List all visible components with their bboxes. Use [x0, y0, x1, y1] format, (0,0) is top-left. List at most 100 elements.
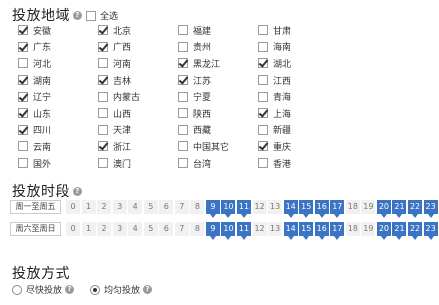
region-checkbox-item[interactable]: 新疆	[258, 122, 338, 139]
checkbox-icon[interactable]	[98, 124, 108, 135]
hour-cell[interactable]: 15	[299, 200, 314, 218]
help-icon[interactable]: ?	[73, 186, 82, 196]
hour-cell[interactable]: 13	[268, 200, 283, 214]
region-checkbox-item[interactable]: 浙江	[98, 138, 178, 155]
checkbox-icon[interactable]	[98, 75, 108, 86]
checkbox-icon[interactable]	[98, 108, 108, 119]
radio-icon[interactable]	[90, 284, 101, 295]
checkbox-icon[interactable]	[178, 108, 188, 119]
checkbox-icon[interactable]	[18, 75, 28, 86]
hour-cell[interactable]: 11	[237, 200, 252, 218]
region-checkbox-item[interactable]: 甘肃	[258, 22, 338, 39]
hour-cell[interactable]: 17	[330, 222, 345, 240]
hour-cell[interactable]: 6	[159, 200, 174, 214]
region-checkbox-item[interactable]: 澳门	[98, 155, 178, 172]
hour-cell[interactable]: 1	[81, 222, 96, 236]
region-checkbox-item[interactable]: 广东	[18, 39, 98, 56]
checkbox-icon[interactable]	[178, 141, 188, 152]
checkbox-icon[interactable]	[178, 58, 188, 69]
checkbox-icon[interactable]	[178, 124, 188, 135]
region-checkbox-item[interactable]: 辽宁	[18, 88, 98, 105]
region-checkbox-item[interactable]: 福建	[178, 22, 258, 39]
hour-cell[interactable]: 12	[252, 222, 267, 236]
hour-cell[interactable]: 14	[283, 222, 298, 240]
checkbox-icon[interactable]	[98, 58, 108, 69]
region-checkbox-item[interactable]: 四川	[18, 122, 98, 139]
region-checkbox-item[interactable]: 湖南	[18, 72, 98, 89]
checkbox-icon[interactable]	[258, 108, 268, 119]
hour-cell[interactable]: 5	[143, 222, 158, 236]
radio-icon[interactable]	[12, 284, 22, 295]
hour-cell[interactable]: 10	[221, 200, 236, 218]
region-checkbox-item[interactable]: 安徽	[18, 22, 98, 39]
hour-cell[interactable]: 16	[314, 200, 329, 218]
region-checkbox-item[interactable]: 西藏	[178, 122, 258, 139]
checkbox-icon[interactable]	[18, 108, 28, 119]
checkbox-icon[interactable]	[18, 91, 28, 102]
checkbox-icon[interactable]	[98, 91, 108, 102]
checkbox-icon[interactable]	[258, 75, 268, 86]
hour-cell[interactable]: 18	[345, 200, 360, 214]
region-checkbox-item[interactable]: 河北	[18, 55, 98, 72]
hour-cell[interactable]: 23	[423, 200, 438, 218]
checkbox-icon[interactable]	[18, 41, 28, 52]
checkbox-icon[interactable]	[18, 158, 28, 169]
checkbox-icon[interactable]	[98, 141, 108, 152]
hour-cell[interactable]: 3	[112, 222, 127, 236]
region-checkbox-item[interactable]: 广西	[98, 39, 178, 56]
hour-cell[interactable]: 0	[66, 200, 80, 214]
region-checkbox-item[interactable]: 河南	[98, 55, 178, 72]
hour-cell[interactable]: 9	[205, 200, 220, 218]
region-checkbox-item[interactable]: 重庆	[258, 138, 338, 155]
checkbox-icon[interactable]	[258, 25, 268, 36]
hour-cell[interactable]: 12	[252, 200, 267, 214]
hour-cell[interactable]: 4	[128, 200, 143, 214]
region-checkbox-item[interactable]: 台湾	[178, 155, 258, 172]
checkbox-icon[interactable]	[258, 141, 268, 152]
delivery-mode-option[interactable]: 均匀投放?	[90, 283, 153, 296]
hour-cell[interactable]: 16	[314, 222, 329, 240]
hour-cell[interactable]: 21	[392, 200, 407, 218]
region-checkbox-item[interactable]: 山东	[18, 105, 98, 122]
hour-cell[interactable]: 7	[174, 200, 189, 214]
checkbox-icon[interactable]	[18, 141, 28, 152]
region-checkbox-item[interactable]: 山西	[98, 105, 178, 122]
hour-cell[interactable]: 22	[408, 222, 423, 240]
region-checkbox-item[interactable]: 青海	[258, 88, 338, 105]
checkbox-icon[interactable]	[258, 41, 268, 52]
checkbox-icon[interactable]	[258, 124, 268, 135]
hour-cell[interactable]: 8	[190, 222, 205, 236]
hour-cell[interactable]: 19	[361, 222, 376, 236]
region-checkbox-item[interactable]: 天津	[98, 122, 178, 139]
region-checkbox-item[interactable]: 黑龙江	[178, 55, 258, 72]
region-checkbox-item[interactable]: 国外	[18, 155, 98, 172]
region-checkbox-item[interactable]: 中国其它	[178, 138, 258, 155]
hour-cell[interactable]: 20	[376, 200, 391, 218]
help-icon[interactable]: ?	[65, 285, 75, 294]
hour-cell[interactable]: 22	[408, 200, 423, 218]
checkbox-icon[interactable]	[18, 58, 28, 69]
hour-cell[interactable]: 20	[376, 222, 391, 240]
region-checkbox-item[interactable]: 江西	[258, 72, 338, 89]
checkbox-icon[interactable]	[98, 41, 108, 52]
select-all-checkbox[interactable]: 全选	[86, 9, 118, 22]
region-checkbox-item[interactable]: 贵州	[178, 39, 258, 56]
checkbox-icon[interactable]	[258, 58, 268, 69]
hour-cell[interactable]: 11	[237, 222, 252, 240]
checkbox-icon[interactable]	[178, 41, 188, 52]
help-icon[interactable]: ?	[73, 10, 82, 20]
region-checkbox-item[interactable]: 江苏	[178, 72, 258, 89]
hour-cell[interactable]: 0	[66, 222, 80, 236]
checkbox-icon[interactable]	[258, 158, 268, 169]
hour-cell[interactable]: 21	[392, 222, 407, 240]
checkbox-icon[interactable]	[98, 158, 108, 169]
hour-cell[interactable]: 3	[112, 200, 127, 214]
checkbox-icon[interactable]	[178, 25, 188, 36]
region-checkbox-item[interactable]: 海南	[258, 39, 338, 56]
hour-cell[interactable]: 6	[159, 222, 174, 236]
checkbox-icon[interactable]	[178, 158, 188, 169]
checkbox-icon[interactable]	[178, 75, 188, 86]
hour-cell[interactable]: 8	[190, 200, 205, 214]
help-icon[interactable]: ?	[143, 285, 153, 294]
checkbox-icon[interactable]	[18, 25, 28, 36]
